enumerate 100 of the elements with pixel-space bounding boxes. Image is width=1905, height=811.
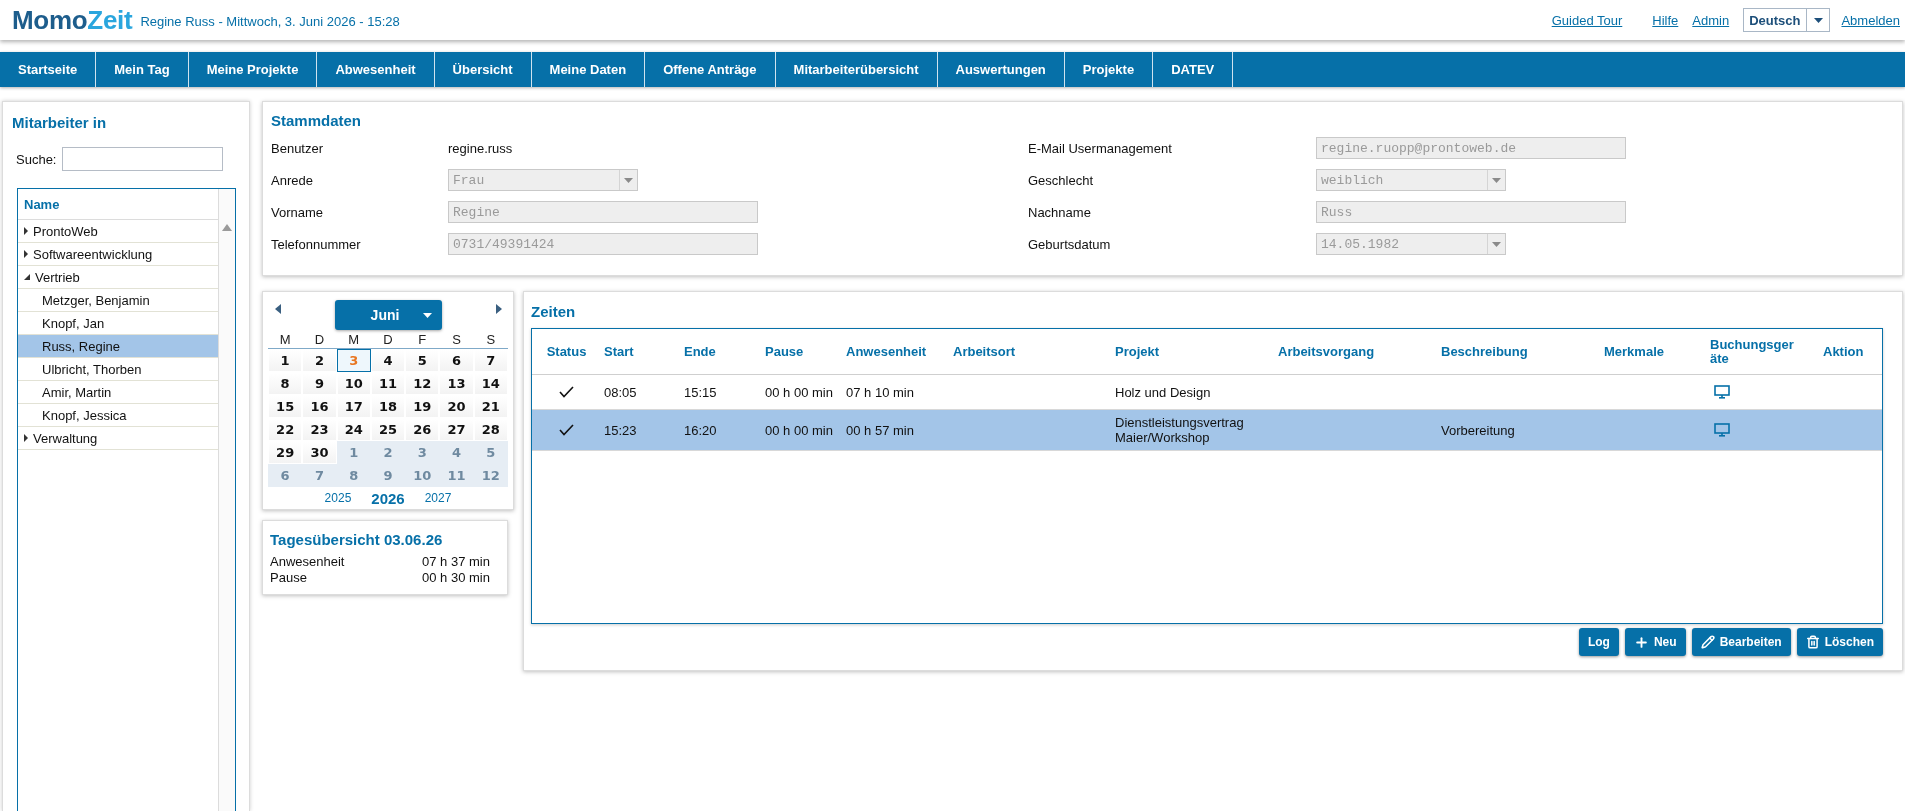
calendar-day[interactable]: 6 <box>268 464 303 487</box>
panel-title: Tagesübersicht 03.06.26 <box>270 531 444 549</box>
caret-down-icon <box>1813 17 1823 23</box>
search-label: Suche: <box>16 151 57 167</box>
summary-label: Anwesenheit <box>270 554 345 570</box>
weekday-label: M <box>279 331 291 347</box>
calendar-day[interactable]: 3 <box>405 441 440 464</box>
field-value: regine.russ <box>448 140 513 156</box>
logo: MomoZeit <box>12 5 133 35</box>
caret-down-icon <box>423 312 432 318</box>
calendar-day[interactable]: 10 <box>405 464 440 487</box>
monitor-icon <box>1714 423 1730 437</box>
trash-icon <box>1805 635 1820 649</box>
panel-title: Mitarbeiter in <box>12 114 107 132</box>
weekday-label: D <box>383 331 393 347</box>
arrow-right-icon[interactable] <box>496 304 502 314</box>
column-header: Ende <box>684 344 716 359</box>
field-label: Vorname <box>271 204 324 220</box>
pencil-icon <box>1700 635 1715 649</box>
arrow-left-icon[interactable] <box>275 304 281 314</box>
weekday-label: F <box>418 331 427 347</box>
corner-triangle-icon[interactable] <box>24 274 30 280</box>
plus-icon <box>1633 634 1649 650</box>
caret-down-icon <box>1492 241 1501 247</box>
caret-right-icon[interactable] <box>24 434 28 442</box>
nav-tab[interactable]: Meine Projekte <box>188 52 318 87</box>
table-cell: Holz und Design <box>1115 384 1211 400</box>
calendar-day[interactable]: 1 <box>336 441 371 464</box>
column-header: Status <box>546 344 587 359</box>
action-button[interactable]: Bearbeiten <box>1691 628 1791 656</box>
field-label: Nachname <box>1028 204 1091 220</box>
column-header: Arbeitsort <box>953 344 1016 359</box>
panel-title: Stammdaten <box>271 112 363 130</box>
table-row[interactable]: 15:23 16:20 00 h 00 min 00 h 57 min Dienstleistungsvertrag Maier/Workshop Vorbereitung <box>532 410 1882 451</box>
weekday-label: D <box>314 331 325 347</box>
column-header: Aktion <box>1823 344 1864 359</box>
table-cell: 00 h 57 min <box>846 422 914 438</box>
nav-tab[interactable]: DATEV <box>1153 52 1234 87</box>
calendar-day[interactable]: 11 <box>439 464 474 487</box>
table-cell: 00 h 00 min <box>765 384 833 400</box>
summary-value: 00 h 30 min <box>422 570 490 586</box>
table-cell: 07 h 10 min <box>846 384 914 400</box>
caret-down-icon <box>624 177 633 183</box>
field-label: Geschlecht <box>1028 172 1094 188</box>
header-link[interactable]: Guided Tour <box>1551 12 1623 28</box>
nav-tab[interactable]: Auswertungen <box>937 52 1065 87</box>
header-subtitle: Regine Russ - Mittwoch, 3. Juni 2026 - 15:28 <box>140 14 400 29</box>
search-field[interactable] <box>62 147 224 171</box>
calendar-day[interactable]: 2 <box>370 441 406 464</box>
summary-value: 07 h 37 min <box>422 554 490 570</box>
calendar-day[interactable]: 7 <box>302 464 337 487</box>
column-header: Arbeitsvorgang <box>1278 344 1375 359</box>
calendar-day[interactable]: 9 <box>370 464 406 487</box>
weekday-label: M <box>348 331 360 347</box>
header-link[interactable]: Admin <box>1692 12 1730 28</box>
field-label: E-Mail Usermanagement <box>1028 140 1172 156</box>
nav-tab[interactable]: Mein Tag <box>96 52 189 87</box>
caret-right-icon[interactable] <box>24 250 28 258</box>
table-cell: 15:15 <box>684 384 717 400</box>
column-header: Start <box>604 344 634 359</box>
nav-tab[interactable]: Mitarbeiterübersicht <box>775 52 938 87</box>
action-button[interactable]: Löschen <box>1796 628 1883 656</box>
field-label: Telefonnummer <box>271 236 361 252</box>
nav-tab[interactable]: Offene Anträge <box>645 52 776 87</box>
weekday-label: S <box>452 331 461 347</box>
calendar-day[interactable]: 4 <box>439 441 474 464</box>
column-header: Merkmale <box>1604 344 1664 359</box>
table-cell: 16:20 <box>684 422 717 438</box>
column-header: Pause <box>765 344 804 359</box>
table-cell-text: Dienstleistungsvertrag Maier/Workshop <box>1115 415 1245 445</box>
tree-item[interactable]: Russ, Regine <box>18 335 218 358</box>
action-button[interactable]: Log <box>1578 628 1619 656</box>
nav-tab[interactable]: Startseite <box>0 52 97 87</box>
month-select[interactable]: Juni <box>335 300 442 330</box>
field-label: Geburtsdatum <box>1028 236 1111 252</box>
language-select[interactable]: Deutsch <box>1743 8 1831 32</box>
table-row[interactable]: 08:05 15:15 00 h 00 min 07 h 10 min Holz und Design <box>532 375 1882 410</box>
monitor-icon <box>1714 385 1730 399</box>
year-link[interactable]: 2026 <box>371 489 405 507</box>
caret-up-icon[interactable] <box>222 224 232 231</box>
nav-tab[interactable]: Meine Daten <box>531 52 646 87</box>
header-link[interactable]: Hilfe <box>1652 12 1679 28</box>
logout-link[interactable]: Abmelden <box>1841 12 1900 28</box>
nav-tab[interactable]: Projekte <box>1064 52 1154 87</box>
column-header: Projekt <box>1115 344 1160 359</box>
year-link[interactable]: 2025 <box>324 491 352 505</box>
weekday-label: S <box>486 331 496 347</box>
calendar-day[interactable]: 5 <box>473 441 508 464</box>
table-cell: Vorbereitung <box>1441 422 1515 438</box>
action-button[interactable]: Neu <box>1624 628 1686 656</box>
column-header: Beschreibung <box>1441 344 1528 359</box>
calendar-day[interactable]: 12 <box>473 464 508 487</box>
calendar-day[interactable]: 8 <box>336 464 371 487</box>
caret-right-icon[interactable] <box>24 227 28 235</box>
column-header: Buchungsgeräte <box>1710 337 1795 366</box>
table-cell: 00 h 00 min <box>765 422 833 438</box>
table-cell: 08:05 <box>604 384 637 400</box>
year-link[interactable]: 2027 <box>424 491 452 505</box>
nav-tab[interactable]: Abwesenheit <box>317 52 435 87</box>
nav-tab[interactable]: Übersicht <box>434 52 532 87</box>
